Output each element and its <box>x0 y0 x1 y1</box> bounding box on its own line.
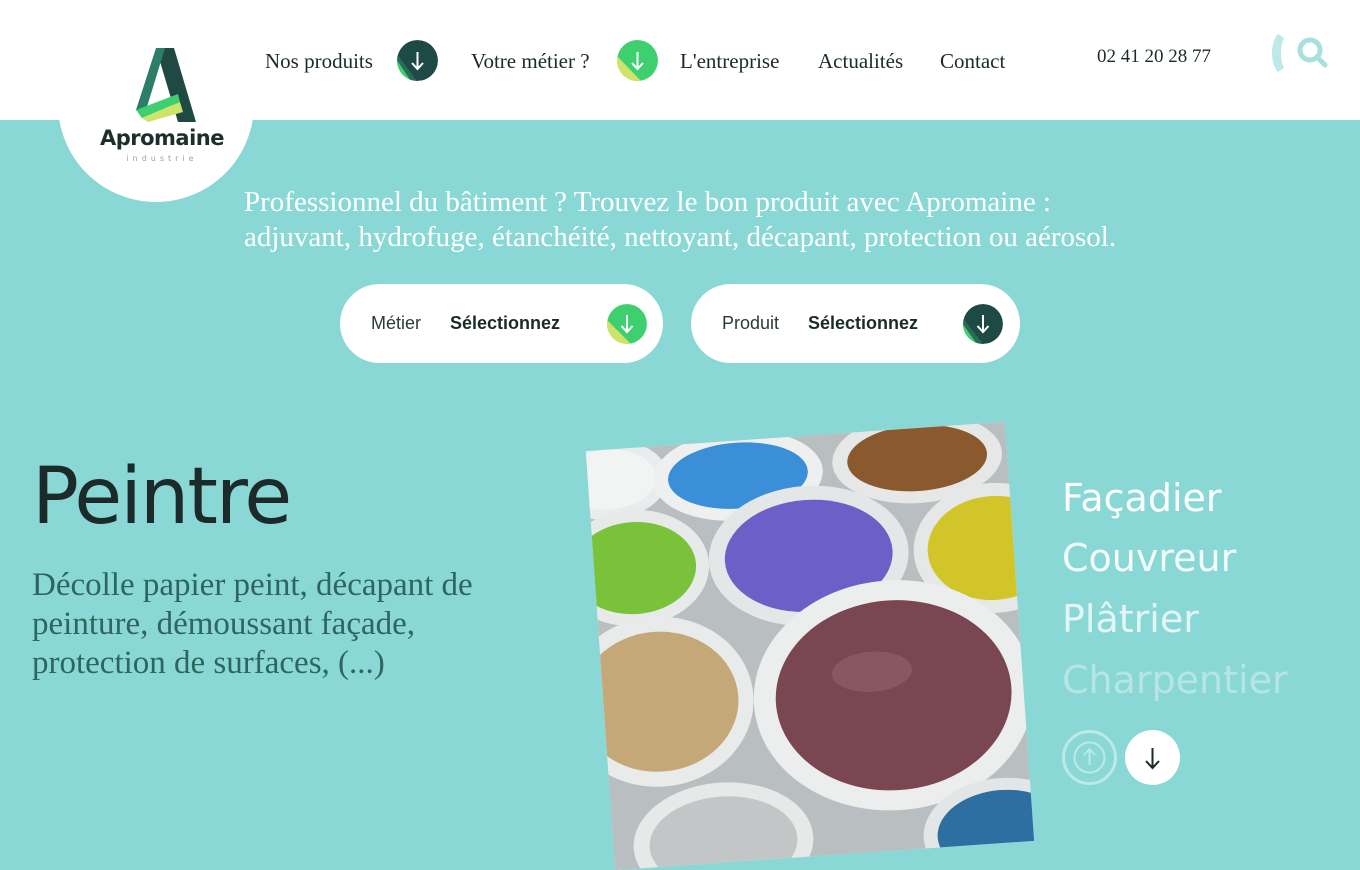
nav-votre-metier[interactable]: Votre métier ? <box>471 49 590 74</box>
search-button[interactable] <box>1268 30 1332 76</box>
nav-entreprise[interactable]: L'entreprise <box>680 49 779 74</box>
nav-actualites[interactable]: Actualités <box>818 49 903 74</box>
paint-cans-image <box>585 421 1035 870</box>
produit-select-value: Sélectionnez <box>808 313 919 333</box>
nos-produits-dropdown-icon[interactable] <box>397 40 438 81</box>
tagline-line-1: Professionnel du bâtiment ? Trouvez le b… <box>244 186 1052 218</box>
logo-subtitle: industrie <box>126 154 198 163</box>
chevron-down-icon <box>963 304 1003 344</box>
votre-metier-dropdown-icon[interactable] <box>617 40 658 81</box>
tagline-line-2: adjuvant, hydrofuge, étanchéité, nettoya… <box>244 221 1117 253</box>
chevron-down-icon <box>607 304 647 344</box>
produit-select[interactable]: Produit Sélectionnez <box>691 284 1020 363</box>
slide-title: Peintre <box>32 452 292 542</box>
nav-nos-produits[interactable]: Nos produits <box>265 49 373 74</box>
metier-select-value: Sélectionnez <box>450 313 561 333</box>
apromaine-logo-icon[interactable] <box>134 44 196 122</box>
metier-select[interactable]: Métier Sélectionnez <box>340 284 663 363</box>
phone-number[interactable]: 02 41 20 28 77 <box>1097 46 1211 68</box>
search-icon <box>1272 34 1328 72</box>
logo-wordmark[interactable]: Apromaine <box>96 126 228 150</box>
trade-charpentier[interactable]: Charpentier <box>1062 658 1288 702</box>
slide-description: Décolle papier peint, décapant de peintu… <box>32 567 473 681</box>
produit-select-label: Produit <box>722 313 780 333</box>
arrow-up-icon <box>1073 741 1106 774</box>
trade-couvreur[interactable]: Couvreur <box>1062 536 1236 580</box>
trade-platrier[interactable]: Plâtrier <box>1062 597 1199 641</box>
trade-facadier[interactable]: Façadier <box>1062 476 1222 520</box>
metier-select-label: Métier <box>371 313 422 333</box>
nav-contact[interactable]: Contact <box>940 49 1005 74</box>
hero-tagline: Professionnel du bâtiment ? Trouvez le b… <box>244 185 1324 255</box>
